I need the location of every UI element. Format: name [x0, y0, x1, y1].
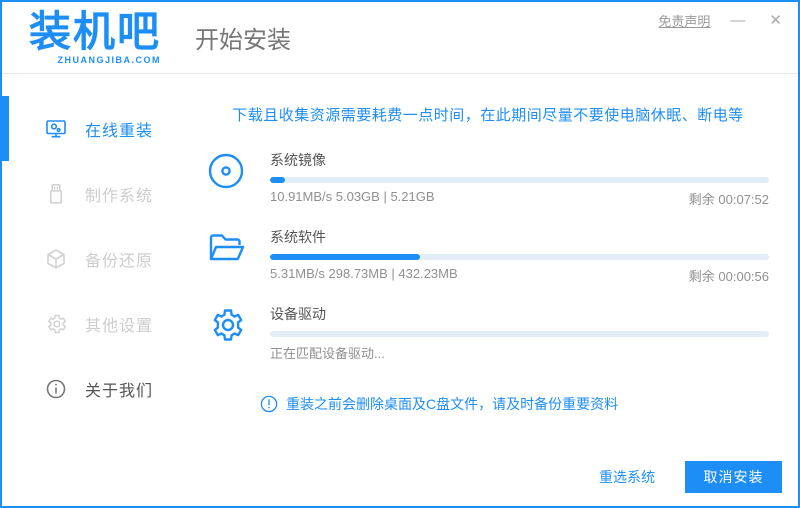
progress-fill — [270, 177, 285, 183]
monitor-icon — [44, 117, 68, 141]
disc-icon — [207, 152, 245, 190]
sidebar-item-label: 关于我们 — [85, 382, 154, 400]
sidebar: 在线重装 制作系统 备份还原 其他设置 关于我们 — [2, 74, 192, 506]
header: 装机吧 ZHUANGJIBA.COM 开始安装 免责声明 — ✕ — [2, 2, 798, 74]
reselect-system-button[interactable]: 重选系统 — [599, 467, 655, 487]
sidebar-item-label: 制作系统 — [85, 187, 154, 205]
page-title: 开始安装 — [195, 27, 292, 54]
task-stats: 正在匹配设备驱动... — [270, 346, 385, 361]
task-system-software: 系统软件 5.31MB/s 298.73MB | 432.23MB 剩余 00:… — [207, 227, 769, 285]
sidebar-item-label: 备份还原 — [85, 252, 154, 270]
close-button[interactable]: ✕ — [765, 12, 786, 30]
logo-text: 装机吧 — [29, 8, 162, 55]
progress-bar — [270, 177, 769, 183]
backup-warning-text: 重装之前会删除桌面及C盘文件，请及时备份重要资料 — [286, 396, 619, 412]
progress-bar — [270, 331, 769, 337]
app-logo: 装机吧 ZHUANGJIBA.COM — [29, 8, 162, 66]
task-name: 系统镜像 — [270, 152, 326, 168]
logo-subtitle: ZHUANGJIBA.COM — [57, 55, 162, 65]
folder-icon — [207, 229, 245, 267]
sidebar-item-backup-restore[interactable]: 备份还原 — [2, 226, 192, 291]
cancel-install-button[interactable]: 取消安装 — [685, 461, 782, 493]
task-stats: 5.31MB/s 298.73MB | 432.23MB — [270, 266, 458, 281]
app-window: 装机吧 ZHUANGJIBA.COM 开始安装 免责声明 — ✕ 在线重装 制作… — [0, 0, 800, 508]
task-stats: 10.91MB/s 5.03GB | 5.21GB — [270, 189, 435, 204]
info-icon — [44, 377, 68, 401]
exclamation-circle-icon — [260, 395, 278, 413]
sidebar-item-make-system[interactable]: 制作系统 — [2, 161, 192, 226]
backup-warning-note: 重装之前会删除桌面及C盘文件，请及时备份重要资料 — [260, 394, 618, 414]
task-name: 设备驱动 — [270, 306, 326, 322]
sidebar-item-label: 在线重装 — [85, 122, 154, 140]
task-remaining: 剩余 00:00:56 — [688, 269, 769, 284]
task-list: 系统镜像 10.91MB/s 5.03GB | 5.21GB 剩余 00:07:… — [207, 150, 769, 362]
task-system-image: 系统镜像 10.91MB/s 5.03GB | 5.21GB 剩余 00:07:… — [207, 150, 769, 208]
gear-large-icon — [207, 306, 245, 344]
download-notice: 下载且收集资源需要耗费一点时间，在此期间尽量不要使电脑休眠、断电等 — [232, 107, 744, 124]
task-device-driver: 设备驱动 正在匹配设备驱动... — [207, 304, 769, 362]
task-name: 系统软件 — [270, 229, 326, 245]
backup-icon — [44, 247, 68, 271]
window-controls: 免责声明 — ✕ — [658, 11, 786, 30]
progress-bar — [270, 254, 769, 260]
sidebar-item-about-us[interactable]: 关于我们 — [2, 356, 192, 421]
sidebar-item-online-reinstall[interactable]: 在线重装 — [2, 96, 192, 161]
main-panel: 下载且收集资源需要耗费一点时间，在此期间尽量不要使电脑休眠、断电等 系统镜像 1… — [192, 74, 798, 506]
progress-fill — [270, 254, 420, 260]
usb-icon — [44, 182, 68, 206]
sidebar-item-other-settings[interactable]: 其他设置 — [2, 291, 192, 356]
disclaimer-link[interactable]: 免责声明 — [658, 11, 710, 30]
minimize-button[interactable]: — — [726, 12, 749, 30]
task-remaining: 剩余 00:07:52 — [688, 192, 769, 207]
gear-icon — [44, 312, 68, 336]
sidebar-item-label: 其他设置 — [85, 317, 154, 335]
footer-actions: 重选系统 取消安装 — [599, 461, 782, 493]
